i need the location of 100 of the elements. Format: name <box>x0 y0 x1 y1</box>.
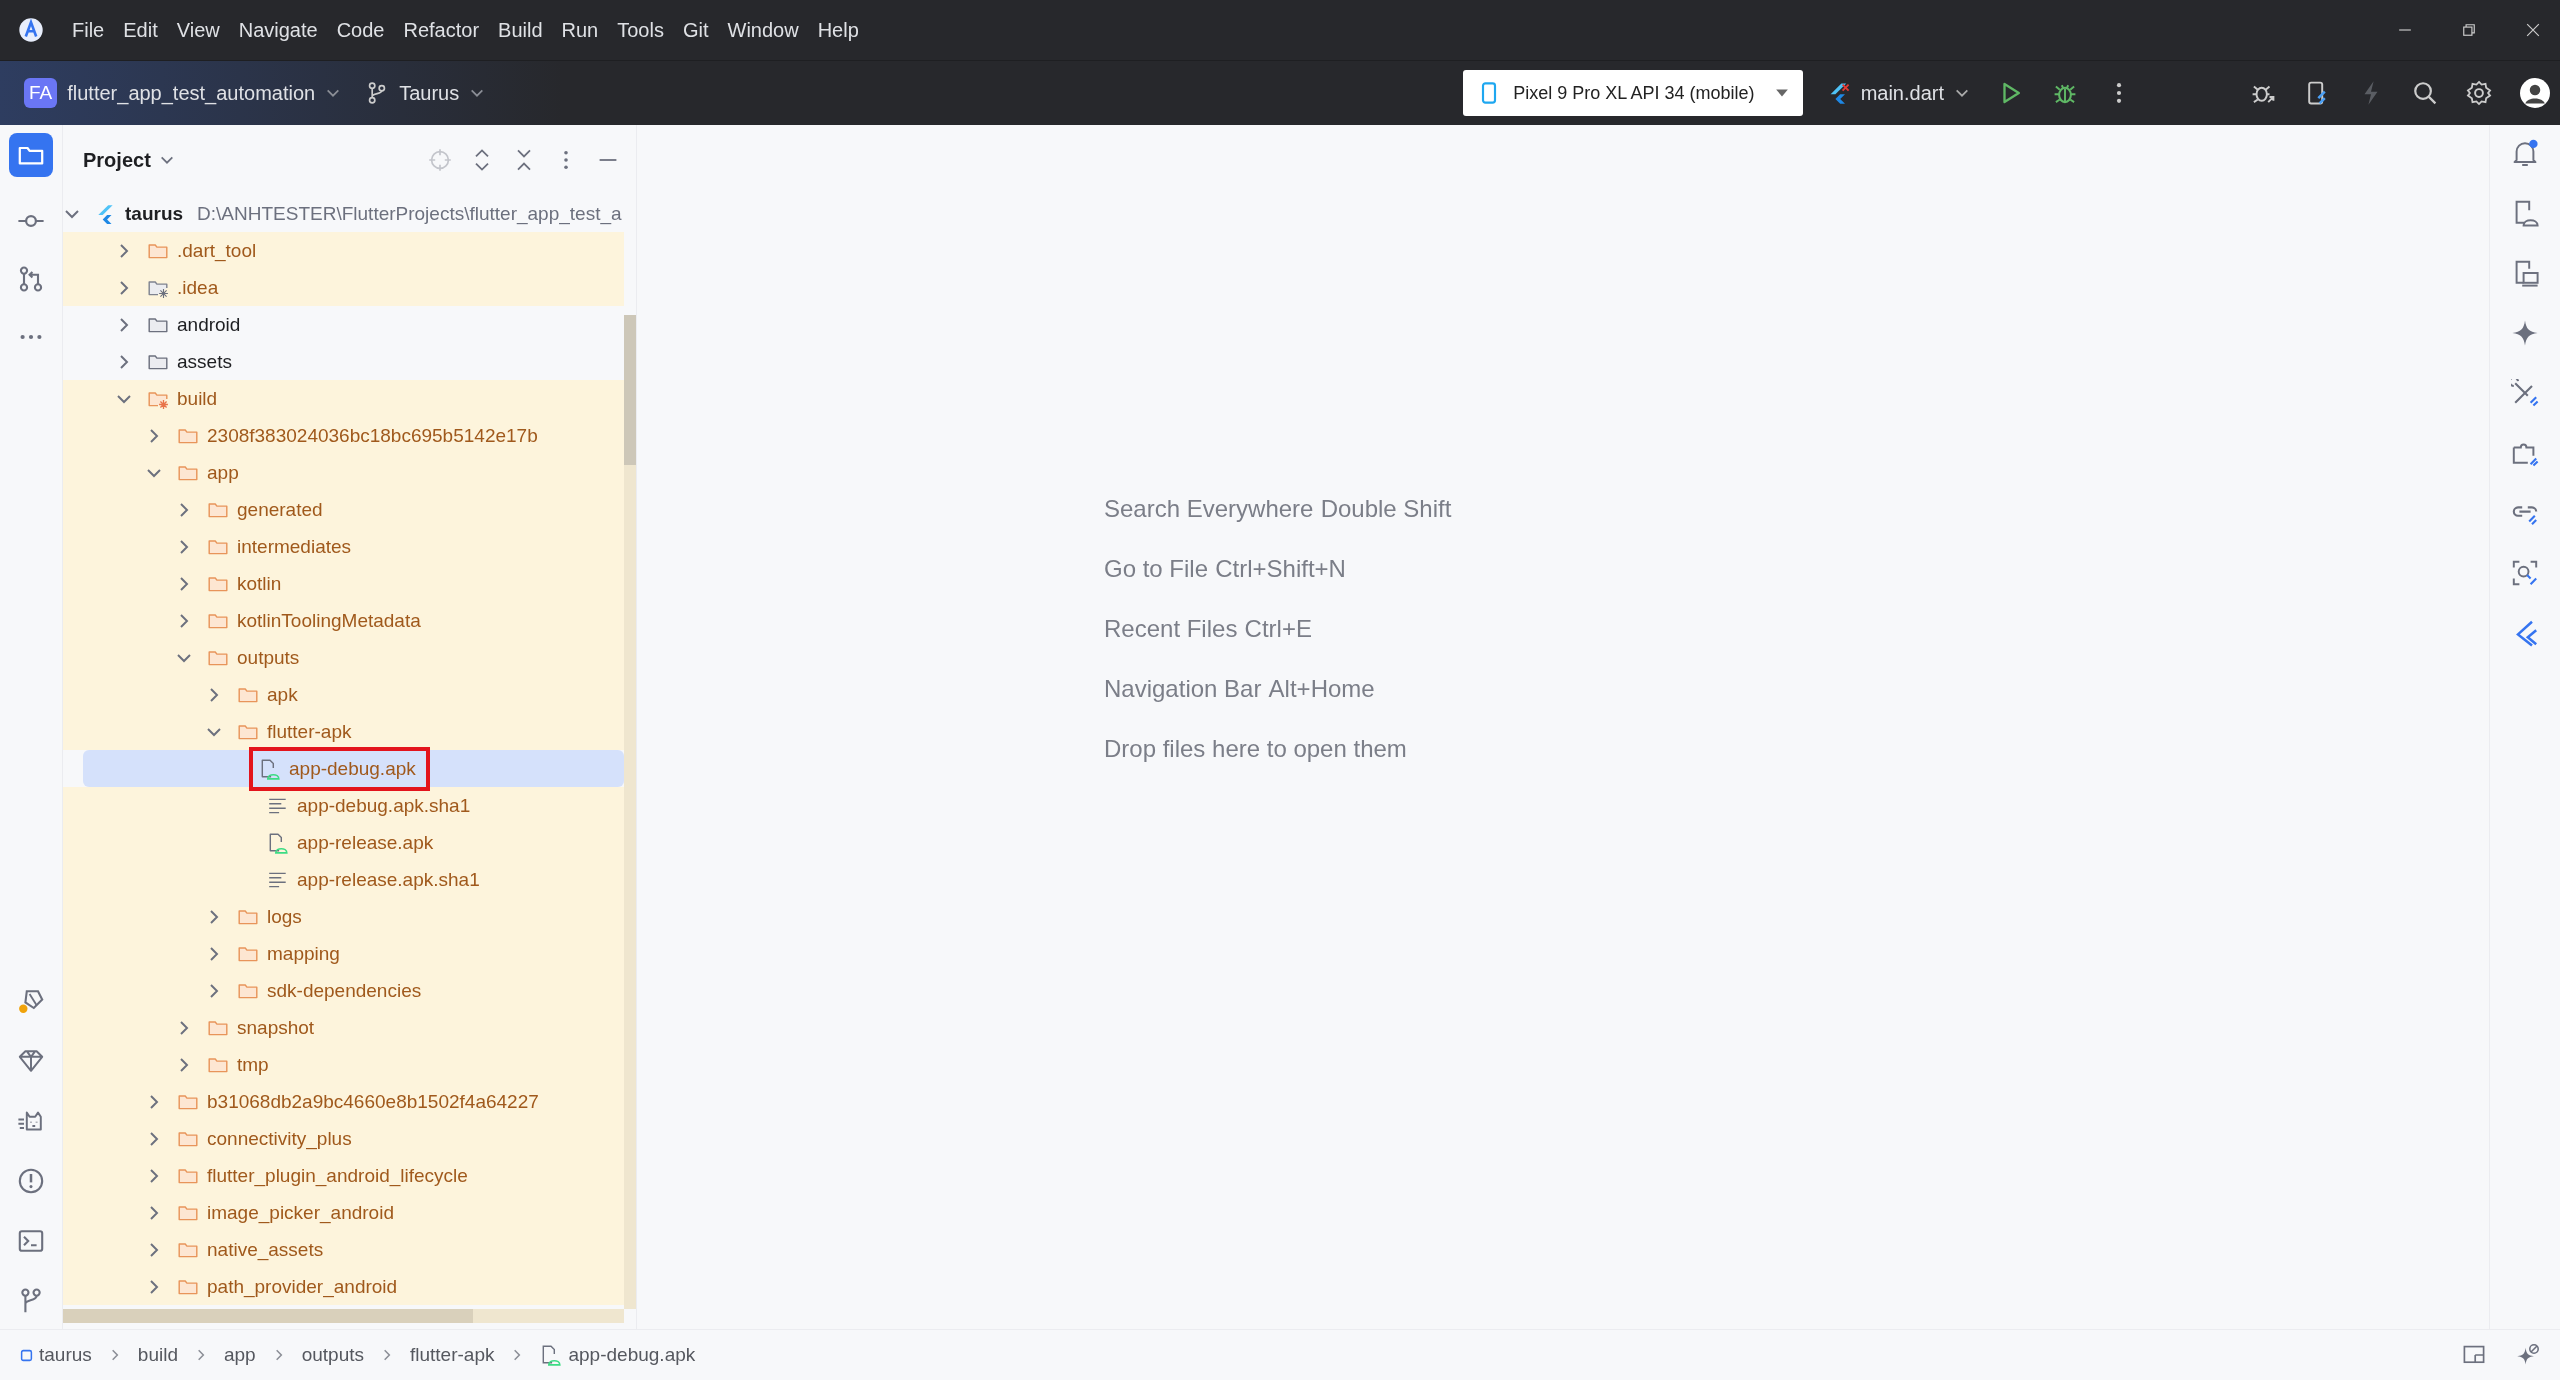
panel-title[interactable]: Project <box>83 148 151 172</box>
tree-item-label: flutter-apk <box>267 720 352 743</box>
menu-item[interactable]: Window <box>727 18 799 42</box>
menu-item[interactable]: Edit <box>123 18 158 42</box>
android-file-icon <box>267 831 289 854</box>
horizontal-scrollbar[interactable] <box>63 1309 624 1323</box>
avatar-icon[interactable] <box>2520 78 2550 108</box>
tree-row[interactable]: intermediates <box>63 528 624 565</box>
tree-row[interactable]: snapshot <box>63 1009 624 1046</box>
tree-row[interactable]: app <box>63 454 624 491</box>
run-config-selector[interactable]: main.dart <box>1826 81 1970 105</box>
tree-item-label: android <box>177 313 241 336</box>
tree-row[interactable]: b31068db2a9bc4660e8b1502f4a64227 <box>63 1083 624 1120</box>
module-icon <box>20 1348 33 1362</box>
tree-row[interactable]: app-release.apk.sha1 <box>63 861 624 898</box>
tree-row[interactable]: tmp <box>63 1046 624 1083</box>
editor-hint: Navigation Bar Alt+Home <box>1104 675 1376 703</box>
tree-item-label: kotlin <box>237 572 282 595</box>
tree-row[interactable]: android <box>63 306 624 343</box>
tree-item-label: connectivity_plus <box>207 1127 352 1150</box>
tree-row[interactable]: .idea <box>63 269 624 306</box>
tree-row[interactable]: connectivity_plus <box>63 1120 624 1157</box>
tree-row[interactable]: app-release.apk <box>63 824 624 861</box>
tree-row[interactable]: image_picker_android <box>63 1194 624 1231</box>
breadcrumb[interactable]: app <box>223 1344 256 1366</box>
menu-item[interactable]: Tools <box>617 18 664 42</box>
editor-hint: Drop files here to open them <box>1104 735 1408 763</box>
tree-row[interactable]: outputs <box>63 639 624 676</box>
branch-selector[interactable]: Taurus <box>365 81 486 105</box>
tree-item-label: assets <box>177 350 232 373</box>
tree-row[interactable]: mapping <box>63 935 624 972</box>
restore-icon[interactable] <box>2462 23 2476 37</box>
tree-row[interactable]: flutter_plugin_android_lifecycle <box>63 1157 624 1194</box>
problems-icon[interactable] <box>17 1167 45 1195</box>
project-name: flutter_app_test_automation <box>67 81 316 105</box>
tree-item-label: image_picker_android <box>207 1201 394 1224</box>
bell-icon[interactable] <box>2511 139 2539 167</box>
breadcrumb[interactable]: build <box>137 1344 178 1366</box>
menu-item[interactable]: View <box>176 18 220 42</box>
tree-item-label: path_provider_android <box>207 1275 398 1298</box>
editor-hint: Go to File Ctrl+Shift+N <box>1104 555 1347 583</box>
breadcrumb[interactable]: outputs <box>301 1344 364 1366</box>
brush-icon[interactable] <box>17 987 45 1015</box>
tree-item-label: logs <box>267 905 302 928</box>
tree-item-label: .dart_tool <box>177 239 257 262</box>
tree-row[interactable]: kotlinToolingMetadata <box>63 602 624 639</box>
tree-item-label: apk <box>267 683 298 706</box>
tree-row[interactable]: .dart_tool <box>63 232 624 269</box>
tree-item-label: app-release.apk <box>297 831 434 854</box>
app-logo-icon[interactable] <box>18 17 44 43</box>
tree-row[interactable]: sdk-dependencies <box>63 972 624 1009</box>
branch-name: Taurus <box>399 81 460 105</box>
pull-request-icon[interactable] <box>17 265 45 293</box>
breadcrumb[interactable]: flutter-apk <box>410 1344 495 1366</box>
tree-row[interactable]: app-debug.apk.sha1 <box>63 787 624 824</box>
terminal-icon[interactable] <box>17 1227 45 1255</box>
tree-row[interactable]: flutter-apk <box>63 713 624 750</box>
tree-row[interactable]: taurus D:\ANHTESTER\FlutterProjects\flutter_app_test_a <box>63 195 624 232</box>
project-tool-button[interactable] <box>9 133 53 177</box>
tools-icon[interactable] <box>2511 379 2539 407</box>
device-selector[interactable]: Pixel 9 Pro XL API 34 (mobile) <box>1463 70 1803 116</box>
editor-hint: Recent Files Ctrl+E <box>1104 615 1313 643</box>
tree-row[interactable]: path_provider_android <box>63 1268 624 1305</box>
tree-item-label: build <box>177 387 218 410</box>
menu-item[interactable]: Refactor <box>403 18 480 42</box>
breadcrumb[interactable]: taurus <box>20 1344 92 1366</box>
breadcrumb[interactable]: app-debug.apk <box>540 1344 696 1366</box>
tree-item-label: native_assets <box>207 1238 324 1261</box>
editor-hint: Search Everywhere Double Shift <box>1104 495 1452 523</box>
tree-row[interactable]: apk <box>63 676 624 713</box>
menu-item[interactable]: Navigate <box>238 18 318 42</box>
tree-item-label: intermediates <box>237 535 352 558</box>
tree-item-label: app <box>207 461 239 484</box>
diamond-icon[interactable] <box>17 1047 45 1075</box>
menu-item[interactable]: Git <box>682 18 709 42</box>
close-icon[interactable] <box>2526 23 2540 37</box>
menu-item[interactable]: Code <box>336 18 385 42</box>
tree-row[interactable]: native_assets <box>63 1231 624 1268</box>
tree-item-label: taurus <box>125 202 184 225</box>
tree-row[interactable]: build <box>63 380 624 417</box>
tree-row[interactable]: assets <box>63 343 624 380</box>
menu-item[interactable]: Help <box>817 18 859 42</box>
project-selector[interactable]: FA flutter_app_test_automation <box>24 78 342 108</box>
tree-row[interactable]: kotlin <box>63 565 624 602</box>
tree-row[interactable]: generated <box>63 491 624 528</box>
menu-item[interactable]: Build <box>498 18 543 42</box>
tree-item-label: flutter_plugin_android_lifecycle <box>207 1164 468 1187</box>
menu-item[interactable]: Run <box>561 18 599 42</box>
vertical-scrollbar[interactable] <box>624 315 636 1309</box>
tree-item-label: kotlinToolingMetadata <box>237 609 421 632</box>
android-file-icon <box>540 1344 563 1366</box>
search-icon[interactable] <box>2412 80 2438 106</box>
inspect-icon[interactable] <box>2511 559 2539 587</box>
settings-icon[interactable] <box>2466 80 2492 106</box>
menu-item[interactable]: File <box>72 18 105 42</box>
tree-item-label: tmp <box>237 1053 269 1076</box>
tree-row[interactable]: 2308f383024036bc18bc695b5142e17b <box>63 417 624 454</box>
tree-item-label: outputs <box>237 646 300 669</box>
tree-row[interactable]: logs <box>63 898 624 935</box>
project-badge: FA <box>24 78 58 108</box>
